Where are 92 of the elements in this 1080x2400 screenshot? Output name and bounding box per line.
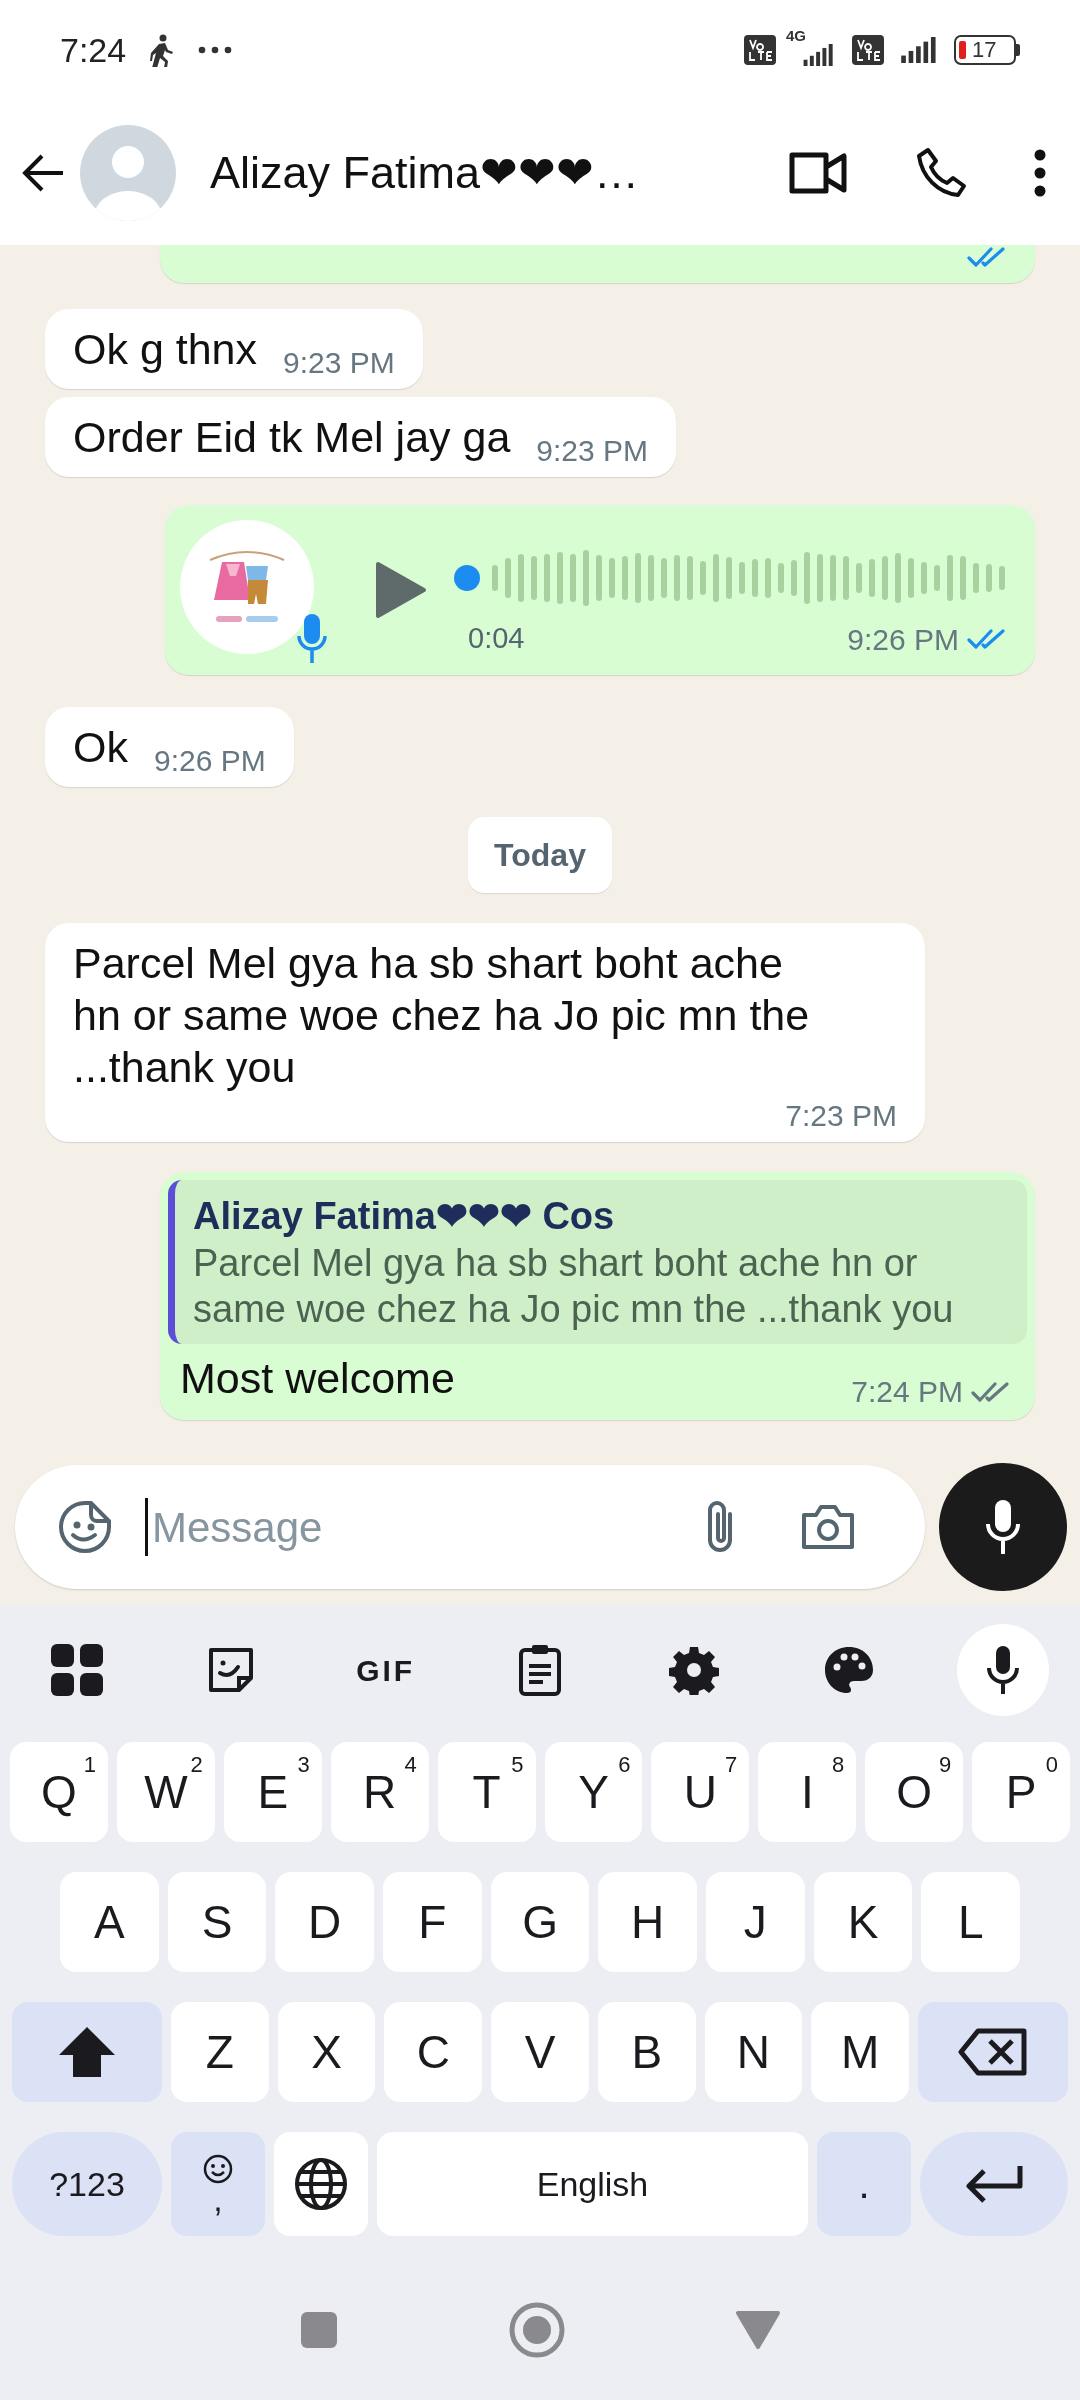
keyboard-key[interactable]: C: [384, 2002, 483, 2102]
sticker-icon[interactable]: [208, 1647, 255, 1693]
message-time: 9:23 PM: [536, 433, 649, 469]
volte-icon: [744, 35, 776, 65]
gif-button[interactable]: GIF: [356, 1647, 416, 1693]
emoji-key[interactable]: ,: [171, 2132, 265, 2236]
keyboard-key[interactable]: H: [598, 1872, 698, 1972]
microphone-icon: [296, 612, 328, 666]
key-hint: 8: [832, 1751, 845, 1779]
symbols-key[interactable]: ?123: [12, 2132, 162, 2236]
keyboard-key[interactable]: T 5: [437, 1742, 536, 1842]
progress-thumb[interactable]: [454, 564, 480, 591]
video-call-icon[interactable]: [788, 150, 848, 195]
battery-fill: [959, 41, 966, 59]
microphone-icon: [985, 1498, 1021, 1556]
keyboard-key[interactable]: D: [275, 1872, 374, 1972]
back-triangle-button[interactable]: [735, 2310, 781, 2350]
enter-arrow-icon: [964, 2164, 1024, 2204]
keyboard-key[interactable]: Z: [171, 2002, 269, 2102]
volte-icon: [852, 35, 884, 65]
contact-name[interactable]: Alizay Fatima❤❤❤…: [210, 138, 640, 207]
message-time: 9:26 PM: [153, 743, 266, 779]
network-type: 4G: [786, 28, 806, 43]
palette-icon[interactable]: [822, 1645, 875, 1695]
space-key[interactable]: English: [377, 2132, 808, 2236]
key-hint: 2: [190, 1751, 203, 1779]
date-label: Today: [468, 817, 612, 893]
keyboard-key[interactable]: S: [167, 1872, 267, 1972]
keyboard-key[interactable]: X: [277, 2002, 376, 2102]
quoted-message[interactable]: Alizay Fatima❤❤❤ Cos Parcel Mel gya ha sb shart boht ache hn or same woe chez ha Jo pic mn the ...thank you: [168, 1180, 1027, 1344]
message-input[interactable]: Message: [152, 1495, 672, 1559]
phone-call-icon[interactable]: [916, 146, 968, 199]
more-options-icon[interactable]: [1034, 148, 1046, 197]
camera-icon[interactable]: [800, 1503, 856, 1551]
text-cursor: [145, 1498, 148, 1556]
keyboard-key[interactable]: J: [706, 1872, 805, 1972]
status-time: 7:24: [60, 29, 127, 71]
key-hint: 0: [1045, 1751, 1059, 1779]
more-dots-icon: [198, 46, 233, 54]
message-text: Parcel Mel gya ha sb shart boht ache hn or same woe chez ha Jo pic mn the ...thank you: [73, 938, 811, 1093]
message-text: Most welcome: [180, 1353, 455, 1404]
walking-person-icon: [148, 33, 175, 67]
period-key[interactable]: .: [817, 2132, 911, 2236]
key-hint: 1: [83, 1751, 96, 1779]
backspace-key[interactable]: [918, 2002, 1069, 2102]
shift-arrow-icon: [57, 2025, 117, 2079]
message-time: 9:26 PM: [847, 621, 959, 658]
quoted-text: Parcel Mel gya ha sb shart boht ache hn or same woe chez ha Jo pic mn the ...thank you: [193, 1241, 955, 1332]
keyboard-key[interactable]: M: [811, 2002, 910, 2102]
recents-button[interactable]: [299, 2310, 339, 2350]
message-time: 7:24 PM: [851, 1374, 963, 1410]
message-text: Ok: [73, 722, 128, 773]
globe-icon: [294, 2157, 348, 2211]
clipboard-icon[interactable]: [518, 1644, 562, 1696]
keyboard-key[interactable]: B: [597, 2002, 696, 2102]
sticker-smiley-icon[interactable]: [57, 1499, 113, 1555]
message-time: 7:23 PM: [785, 1098, 897, 1134]
keyboard-key[interactable]: E 3: [223, 1742, 322, 1842]
home-button[interactable]: [509, 2302, 565, 2358]
keyboard-key[interactable]: K: [813, 1872, 913, 1972]
message-text: Ok g thnx: [73, 324, 258, 375]
keyboard-key[interactable]: N: [704, 2002, 803, 2102]
composer-bar[interactable]: Message: [15, 1465, 925, 1589]
microphone-icon: [984, 1644, 1021, 1696]
voice-duration: 0:04: [468, 621, 525, 657]
message-time: 9:23 PM: [283, 345, 395, 381]
key-label: ,: [213, 2184, 223, 2214]
keyboard-key[interactable]: A: [60, 1872, 159, 1972]
quoted-author: Alizay Fatima❤❤❤ Cos: [193, 1194, 616, 1239]
keyboard-key[interactable]: V: [491, 2002, 589, 2102]
keyboard-key[interactable]: F: [383, 1872, 482, 1972]
keyboard-key[interactable]: G: [490, 1872, 590, 1972]
keyboard-key[interactable]: I 8: [758, 1742, 857, 1842]
shift-key[interactable]: [12, 2002, 162, 2102]
keyboard-key[interactable]: Y 6: [544, 1742, 643, 1842]
play-icon[interactable]: [374, 560, 428, 620]
settings-icon[interactable]: [669, 1645, 720, 1695]
keyboard-key[interactable]: L: [921, 1872, 1021, 1972]
back-arrow-icon: [21, 152, 65, 193]
language-key[interactable]: [274, 2132, 368, 2236]
smiley-icon: [203, 2154, 233, 2184]
apps-grid-icon[interactable]: [51, 1644, 104, 1696]
key-hint: 4: [404, 1751, 417, 1779]
keyboard-key[interactable]: P 0: [972, 1742, 1071, 1842]
backspace-icon: [958, 2028, 1029, 2076]
battery-level: 17: [972, 39, 997, 61]
message-text: Order Eid tk Mel jay ga: [73, 412, 511, 463]
key-hint: 7: [725, 1751, 738, 1779]
key-hint: 6: [618, 1751, 631, 1779]
key-hint: 3: [297, 1751, 310, 1779]
key-hint: 5: [511, 1751, 524, 1779]
key-hint: 9: [938, 1751, 952, 1779]
